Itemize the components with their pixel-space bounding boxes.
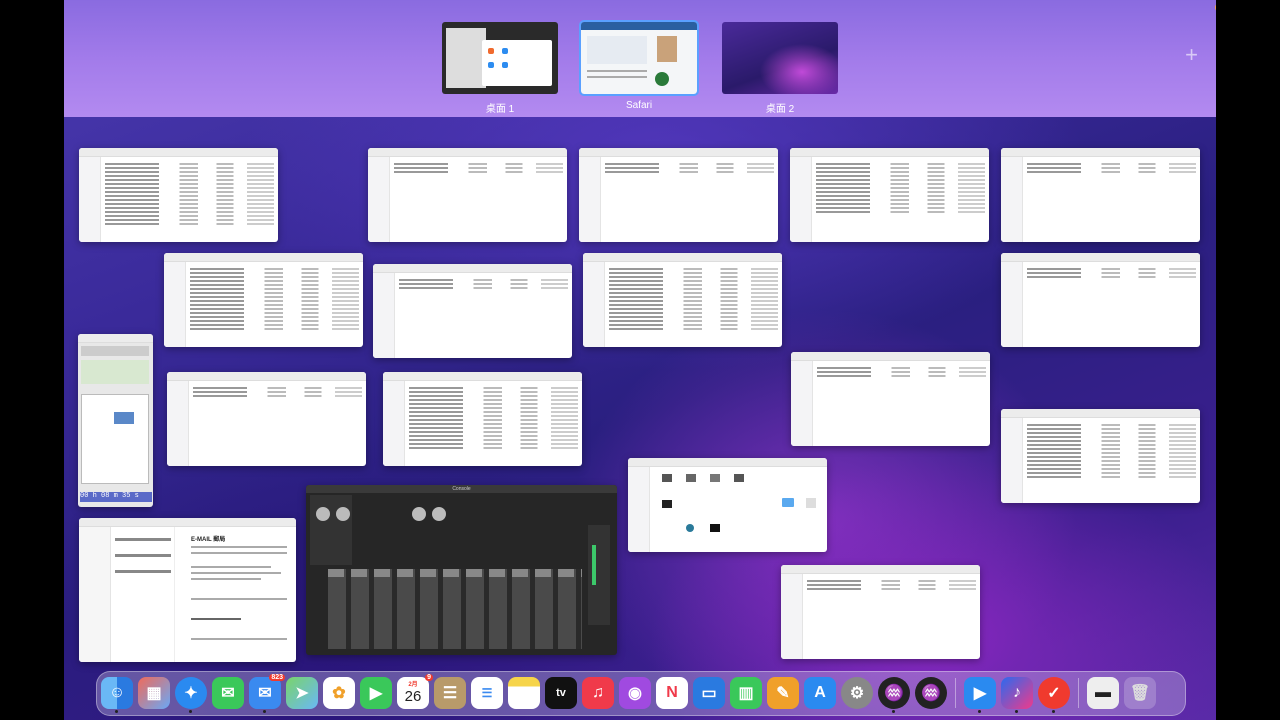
news-icon[interactable]: N: [656, 677, 688, 709]
note-title: E-MAIL 郵局: [191, 537, 226, 543]
facetime-icon[interactable]: ▶: [360, 677, 392, 709]
finder-window[interactable]: [368, 148, 567, 242]
space-label: Safari: [625, 100, 653, 111]
finder-window[interactable]: [791, 352, 990, 446]
finder-window[interactable]: [579, 148, 778, 242]
space-thumbnail[interactable]: [722, 22, 838, 94]
dock: ☺ ▦ ✦ ✉ ✉ 823 ➤ ✿ ▶ 2月 26 9 ☰ ☰ tv ♫ ◉ N …: [96, 671, 1186, 716]
calendar-day: 26: [404, 687, 422, 705]
finder-window[interactable]: [79, 148, 278, 242]
space-desktop-1[interactable]: 桌面 1: [442, 22, 558, 115]
space-label: 桌面 2: [765, 104, 795, 115]
safari-icon[interactable]: ✦: [175, 677, 207, 713]
trash-icon[interactable]: 🗑: [1124, 677, 1156, 709]
finder-window[interactable]: [167, 372, 366, 466]
finder-icon[interactable]: ☺: [101, 677, 133, 713]
tv-label: tv: [556, 687, 566, 699]
finder-window[interactable]: [1001, 253, 1200, 347]
space-thumbnail[interactable]: [442, 22, 558, 94]
music-icon[interactable]: ♫: [582, 677, 614, 709]
notes-window[interactable]: E-MAIL 郵局: [79, 518, 296, 662]
finder-icon-window[interactable]: [628, 458, 827, 552]
calendar-badge: 9: [425, 674, 433, 681]
add-space-button[interactable]: +: [1185, 44, 1198, 66]
audio-app-icon[interactable]: ♪: [1001, 677, 1033, 713]
pages-icon[interactable]: ✎: [767, 677, 799, 709]
audio-recorder-window[interactable]: 00 h 08 m 35 s: [78, 334, 153, 507]
maps-icon[interactable]: ➤: [286, 677, 318, 709]
recorder-time: 00 h 08 m 35 s: [80, 492, 152, 502]
notification-dot: [1215, 3, 1216, 12]
tasks-icon[interactable]: ✓: [1038, 677, 1070, 713]
audio-mixer-icon[interactable]: ♒: [878, 677, 910, 713]
finder-window[interactable]: [1001, 148, 1200, 242]
photos-icon[interactable]: ✿: [323, 677, 355, 709]
finder-window[interactable]: [373, 264, 572, 358]
zoom-icon[interactable]: ▶: [964, 677, 996, 713]
space-thumbnail[interactable]: [579, 20, 699, 96]
space-label: 桌面 1: [485, 104, 515, 115]
launchpad-icon[interactable]: ▦: [138, 677, 170, 709]
notes-icon[interactable]: [508, 677, 540, 709]
finder-window[interactable]: [781, 565, 980, 659]
finder-window[interactable]: [790, 148, 989, 242]
mail-badge: 823: [269, 674, 285, 681]
screenshot-folder-icon[interactable]: ▬: [1087, 677, 1119, 709]
podcasts-icon[interactable]: ◉: [619, 677, 651, 709]
keynote-icon[interactable]: ▭: [693, 677, 725, 709]
numbers-icon[interactable]: ▥: [730, 677, 762, 709]
finder-window[interactable]: [583, 253, 782, 347]
apple-tv-icon[interactable]: tv: [545, 677, 577, 709]
mixer-title: Console: [306, 485, 617, 493]
contacts-icon[interactable]: ☰: [434, 677, 466, 709]
system-settings-icon[interactable]: ⚙: [841, 677, 873, 709]
spaces-bar: 桌面 1 Safari 桌面 2 +: [64, 0, 1216, 117]
app-store-icon[interactable]: A: [804, 677, 836, 709]
mission-control: 桌面 1 Safari 桌面 2 + 00 h 08 m 35 s E-MAIL…: [64, 0, 1216, 720]
space-desktop-2[interactable]: 桌面 2: [722, 22, 838, 115]
reminders-icon[interactable]: ☰: [471, 677, 503, 709]
mail-icon[interactable]: ✉ 823: [249, 674, 285, 713]
finder-window[interactable]: [164, 253, 363, 347]
mixer-window[interactable]: Console: [306, 485, 617, 655]
messages-icon[interactable]: ✉: [212, 677, 244, 709]
space-safari[interactable]: Safari: [579, 20, 699, 111]
finder-window[interactable]: [383, 372, 582, 466]
calendar-icon[interactable]: 2月 26 9: [397, 674, 433, 709]
finder-window[interactable]: [1001, 409, 1200, 503]
audio-mixer-2-icon[interactable]: ♒: [915, 677, 947, 709]
